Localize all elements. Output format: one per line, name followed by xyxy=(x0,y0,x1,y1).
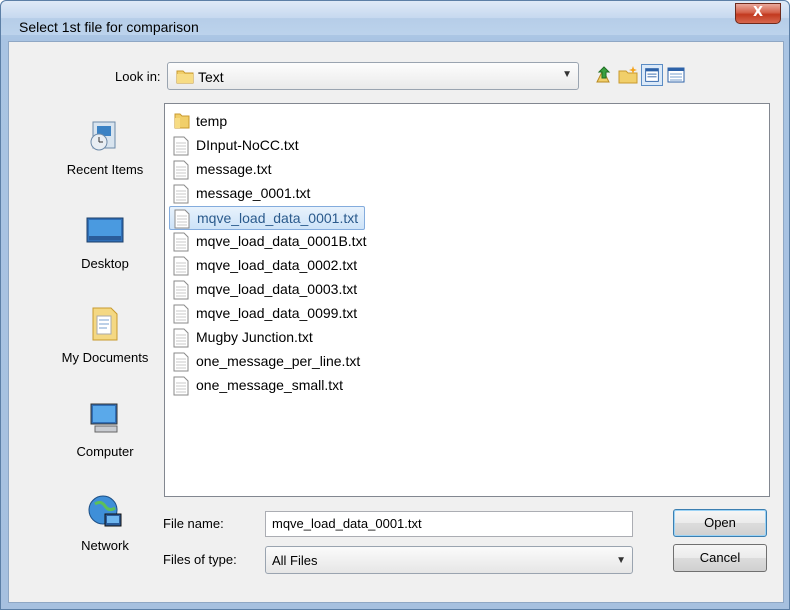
network-icon xyxy=(85,492,125,532)
file-type-dropdown[interactable]: All Files ▼ xyxy=(265,546,633,574)
place-label: Network xyxy=(81,538,129,553)
look-in-dropdown[interactable]: Text ▼ xyxy=(167,62,579,90)
file-name: mqve_load_data_0001.txt xyxy=(197,210,359,226)
text-file-icon xyxy=(174,209,190,229)
look-in-label: Look in: xyxy=(115,69,161,84)
place-label: Desktop xyxy=(81,256,129,271)
place-label: Computer xyxy=(76,444,134,459)
dialog-title: Select 1st file for comparison xyxy=(19,19,199,35)
file-name: temp xyxy=(196,113,228,129)
text-file-icon xyxy=(173,160,189,180)
file-type-label: Files of type: xyxy=(163,552,237,567)
text-file-icon xyxy=(173,136,189,156)
list-item[interactable]: mqve_load_data_0099.txt xyxy=(169,302,363,326)
file-name: mqve_load_data_0002.txt xyxy=(196,257,358,273)
folder-icon xyxy=(176,70,194,84)
place-recent-items[interactable]: Recent Items xyxy=(53,116,157,177)
file-name: message_0001.txt xyxy=(196,185,311,201)
view-list-icon[interactable] xyxy=(665,64,687,86)
file-name: mqve_load_data_0099.txt xyxy=(196,305,358,321)
file-name-label: File name: xyxy=(163,516,224,531)
place-desktop[interactable]: Desktop xyxy=(53,210,157,271)
close-button[interactable]: X xyxy=(735,3,781,24)
open-button[interactable]: Open xyxy=(673,509,767,537)
text-file-icon xyxy=(173,376,189,396)
file-name: one_message_per_line.txt xyxy=(196,353,361,369)
file-name: Mugby Junction.txt xyxy=(196,329,313,345)
desktop-icon xyxy=(85,210,125,250)
cancel-button[interactable]: Cancel xyxy=(673,544,767,572)
list-item[interactable]: one_message_small.txt xyxy=(169,374,349,398)
place-network[interactable]: Network xyxy=(53,492,157,553)
place-label: Recent Items xyxy=(66,162,144,177)
recent-items-icon xyxy=(85,116,125,156)
dialog-client-area: Look in: Text ▼ Recent Items Desktop My … xyxy=(8,41,784,603)
text-file-icon xyxy=(173,352,189,372)
file-name: mqve_load_data_0001B.txt xyxy=(196,233,367,249)
list-item[interactable]: mqve_load_data_0002.txt xyxy=(169,254,363,278)
text-file-icon xyxy=(173,304,189,324)
place-my-documents[interactable]: My Documents xyxy=(53,304,157,365)
up-one-level-icon[interactable] xyxy=(593,64,615,86)
chevron-down-icon: ▼ xyxy=(562,69,572,80)
folder-icon xyxy=(174,113,190,129)
list-item[interactable]: DInput-NoCC.txt xyxy=(169,134,305,158)
list-item[interactable]: mqve_load_data_0003.txt xyxy=(169,278,363,302)
my-documents-icon xyxy=(85,304,125,344)
text-file-icon xyxy=(173,328,189,348)
file-list[interactable]: temp DInput-NoCC.txt message.txt message… xyxy=(164,103,770,497)
text-file-icon xyxy=(173,232,189,252)
new-folder-icon[interactable] xyxy=(617,64,639,86)
text-file-icon xyxy=(173,256,189,276)
computer-icon xyxy=(85,398,125,438)
list-item[interactable]: message.txt xyxy=(169,158,277,182)
file-name: DInput-NoCC.txt xyxy=(196,137,299,153)
file-name-input[interactable]: mqve_load_data_0001.txt xyxy=(265,511,633,537)
title-bar[interactable]: Select 1st file for comparison X xyxy=(1,1,789,35)
file-type-value: All Files xyxy=(272,553,318,568)
dialog-window: Select 1st file for comparison X Look in… xyxy=(0,0,790,610)
place-label: My Documents xyxy=(61,350,149,365)
list-item-selected[interactable]: mqve_load_data_0001.txt xyxy=(169,206,366,230)
list-item[interactable]: message_0001.txt xyxy=(169,182,316,206)
place-computer[interactable]: Computer xyxy=(53,398,157,459)
list-item[interactable]: mqve_load_data_0001B.txt xyxy=(169,230,372,254)
text-file-icon xyxy=(173,280,189,300)
list-item[interactable]: one_message_per_line.txt xyxy=(169,350,366,374)
chevron-down-icon: ▼ xyxy=(616,555,626,566)
text-file-icon xyxy=(173,184,189,204)
file-name: one_message_small.txt xyxy=(196,377,344,393)
list-item-folder-temp[interactable]: temp xyxy=(169,110,233,134)
view-details-icon[interactable] xyxy=(641,64,663,86)
file-name: message.txt xyxy=(196,161,272,177)
look-in-value: Text xyxy=(198,69,224,85)
list-item[interactable]: Mugby Junction.txt xyxy=(169,326,319,350)
file-name: mqve_load_data_0003.txt xyxy=(196,281,358,297)
